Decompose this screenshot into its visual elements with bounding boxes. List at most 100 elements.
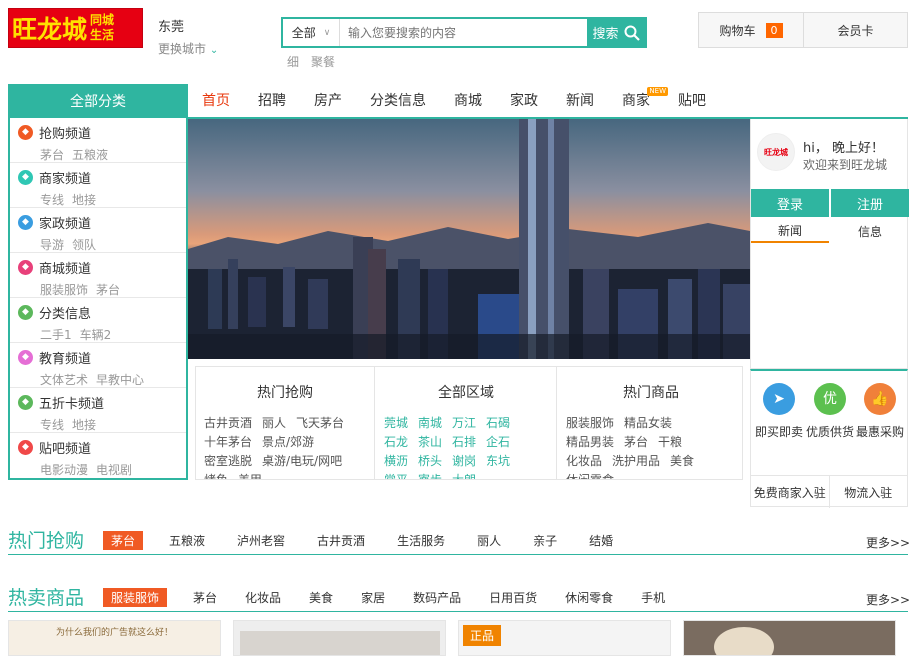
category-link[interactable]: 领队 — [72, 238, 96, 252]
search-scope-select[interactable]: 全部 ∨ — [283, 19, 340, 46]
region-link[interactable]: 企石 — [486, 433, 510, 452]
more-link[interactable]: 更多>> — [866, 591, 910, 608]
tag[interactable]: 手机 — [635, 588, 671, 607]
more-link[interactable]: 更多>> — [866, 534, 910, 551]
hot-buy-link[interactable]: 景点/郊游 — [262, 433, 314, 452]
category-item[interactable]: ◆ 分类信息 二手1 车辆2 — [10, 298, 186, 343]
hot-buy-link[interactable]: 美甲 — [238, 471, 262, 479]
region-link[interactable]: 莞城 — [384, 414, 408, 433]
hot-buy-link[interactable]: 桌游/电玩/网吧 — [262, 452, 342, 471]
region-link[interactable]: 横沥 — [384, 452, 408, 471]
hot-buy-link[interactable]: 丽人 — [262, 414, 286, 433]
hot-keyword[interactable]: 细 — [287, 53, 299, 70]
region-link[interactable]: 东坑 — [486, 452, 510, 471]
tag[interactable]: 化妆品 — [239, 588, 287, 607]
tag[interactable]: 日用百货 — [483, 588, 543, 607]
region-link[interactable]: 南城 — [418, 414, 442, 433]
category-link[interactable]: 车辆2 — [80, 328, 112, 342]
category-item[interactable]: ◆ 商家频道 专线 地接 — [10, 163, 186, 208]
city-skyline-banner[interactable] — [188, 119, 750, 359]
region-link[interactable]: 寮步 — [418, 471, 442, 479]
category-link[interactable]: 电视剧 — [96, 463, 132, 477]
category-link[interactable]: 电影动漫 — [40, 463, 88, 477]
category-link[interactable]: 导游 — [40, 238, 64, 252]
hot-buy-link[interactable]: 密室逃脱 — [204, 452, 252, 471]
member-card-button[interactable]: 会员卡 — [803, 12, 908, 48]
nav-item-property[interactable]: 房产 — [300, 84, 356, 118]
change-city-link[interactable]: 更换城市 ⌄ — [158, 40, 218, 57]
category-link[interactable]: 文体艺术 — [40, 373, 88, 387]
merchant-join-link[interactable]: 免费商家入驻 — [751, 476, 830, 508]
nav-item-housekeeping[interactable]: 家政 — [496, 84, 552, 118]
nav-item-classifieds[interactable]: 分类信息 — [356, 84, 440, 118]
region-link[interactable]: 石排 — [452, 433, 476, 452]
category-item[interactable]: ◆ 五折卡频道 专线 地接 — [10, 388, 186, 433]
hot-goods-link[interactable]: 洗护用品 — [612, 452, 660, 471]
nav-item-forum[interactable]: 贴吧 — [664, 84, 720, 118]
tag[interactable]: 服装服饰 — [103, 588, 168, 607]
login-button[interactable]: 登录 — [751, 189, 829, 217]
region-link[interactable]: 常平 — [384, 471, 408, 479]
region-link[interactable]: 石龙 — [384, 433, 408, 452]
category-link[interactable]: 地接 — [72, 193, 96, 207]
hot-goods-link[interactable]: 精品男装 — [566, 433, 614, 452]
product-card[interactable] — [233, 620, 446, 656]
register-button[interactable]: 注册 — [831, 189, 909, 217]
nav-item-home[interactable]: 首页 — [188, 84, 244, 118]
hot-goods-link[interactable]: 休闲零食 — [566, 471, 614, 479]
category-item[interactable]: ◆ 商城频道 服装服饰 茅台 — [10, 253, 186, 298]
tag[interactable]: 茅台 — [103, 531, 144, 550]
region-link[interactable]: 桥头 — [418, 452, 442, 471]
service-item[interactable]: ➤ 即买即卖 — [753, 383, 805, 443]
category-item[interactable]: ◆ 教育频道 文体艺术 早教中心 — [10, 343, 186, 388]
hot-buy-link[interactable]: 飞天茅台 — [296, 414, 344, 433]
category-link[interactable]: 地接 — [72, 418, 96, 432]
region-link[interactable]: 万江 — [452, 414, 476, 433]
tab-news[interactable]: 新闻 — [751, 219, 829, 243]
category-link[interactable]: 专线 — [40, 193, 64, 207]
tag[interactable]: 数码产品 — [407, 588, 467, 607]
nav-item-merchants[interactable]: 商家 NEW — [608, 84, 668, 118]
tag[interactable]: 泸州老窖 — [231, 531, 291, 550]
hot-goods-link[interactable]: 精品女装 — [624, 414, 672, 433]
site-logo[interactable]: 旺龙城 同城 生活 — [8, 8, 143, 48]
hot-goods-link[interactable]: 美食 — [670, 452, 694, 471]
hot-buy-link[interactable]: 烤鱼 — [204, 471, 228, 479]
category-link[interactable]: 早教中心 — [96, 373, 144, 387]
nav-item-jobs[interactable]: 招聘 — [244, 84, 300, 118]
category-link[interactable]: 茅台 — [40, 148, 64, 162]
region-link[interactable]: 茶山 — [418, 433, 442, 452]
nav-item-news[interactable]: 新闻 — [552, 84, 608, 118]
hot-goods-link[interactable]: 服装服饰 — [566, 414, 614, 433]
tag[interactable]: 丽人 — [471, 531, 507, 550]
tag[interactable]: 茅台 — [187, 588, 223, 607]
product-card[interactable]: 正品 — [458, 620, 671, 656]
category-link[interactable]: 二手1 — [40, 328, 72, 342]
tag[interactable]: 古井贡酒 — [311, 531, 371, 550]
product-card[interactable]: 为什么我们的广告就这么好！ — [8, 620, 221, 656]
hot-goods-link[interactable]: 茅台 — [624, 433, 648, 452]
hot-buy-link[interactable]: 古井贡酒 — [204, 414, 252, 433]
nav-item-mall[interactable]: 商城 — [440, 84, 496, 118]
region-link[interactable]: 石碣 — [486, 414, 510, 433]
hot-goods-link[interactable]: 化妆品 — [566, 452, 602, 471]
region-link[interactable]: 大朗 — [452, 471, 476, 479]
category-link[interactable]: 专线 — [40, 418, 64, 432]
tag[interactable]: 生活服务 — [391, 531, 451, 550]
tag[interactable]: 家居 — [355, 588, 391, 607]
hot-buy-link[interactable]: 十年茅台 — [204, 433, 252, 452]
search-input[interactable] — [340, 19, 587, 46]
category-item[interactable]: ◆ 家政频道 导游 领队 — [10, 208, 186, 253]
category-link[interactable]: 茅台 — [96, 283, 120, 297]
search-button[interactable]: 搜索 — [587, 19, 645, 46]
hot-goods-link[interactable]: 干粮 — [658, 433, 682, 452]
category-link[interactable]: 服装服饰 — [40, 283, 88, 297]
category-item[interactable]: ◆ 抢购频道 茅台 五粮液 — [10, 118, 186, 163]
logistics-join-link[interactable]: 物流入驻 — [830, 476, 908, 508]
tag[interactable]: 休闲零食 — [559, 588, 619, 607]
region-link[interactable]: 谢岗 — [452, 452, 476, 471]
tag[interactable]: 五粮液 — [163, 531, 211, 550]
service-item[interactable]: 优 优质供货 — [803, 383, 857, 443]
category-item[interactable]: ◆ 贴吧频道 电影动漫 电视剧 — [10, 433, 186, 478]
tab-info[interactable]: 信息 — [831, 219, 909, 243]
